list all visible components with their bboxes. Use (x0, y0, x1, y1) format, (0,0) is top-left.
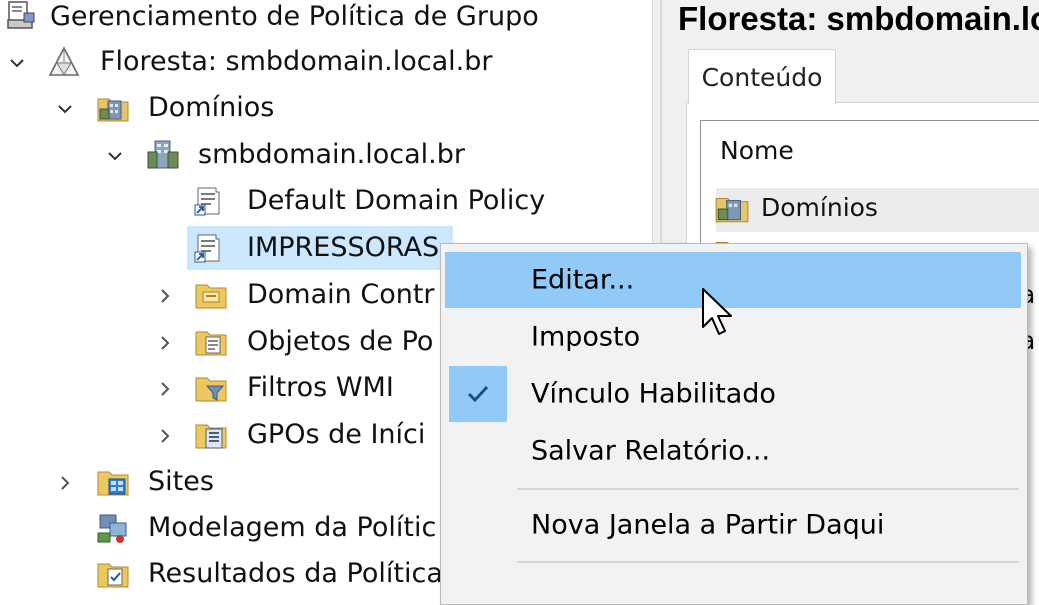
tree-item-starter-gpos-label[interactable]: GPOs de Iníci (247, 418, 425, 452)
menu-item-label: Salvar Relatório... (531, 435, 771, 467)
gpo-link-icon (192, 231, 226, 265)
domain-icon (146, 138, 180, 172)
domains-folder-icon (96, 91, 130, 125)
menu-item-label: Imposto (531, 321, 641, 353)
chevron-right-icon[interactable] (152, 423, 178, 449)
forest-icon (47, 45, 81, 79)
results-icon (96, 557, 130, 589)
tree-item-root-label[interactable]: Gerenciamento de Política de Grupo (50, 0, 539, 34)
checkmark-icon (449, 366, 507, 422)
menu-item-new-window[interactable]: Nova Janela a Partir Daqui (445, 497, 1021, 553)
menu-separator (517, 561, 1019, 563)
ou-folder-icon (194, 278, 228, 312)
menu-item-label: Nova Janela a Partir Daqui (531, 509, 885, 541)
tab-contents[interactable]: Conteúdo (688, 49, 836, 104)
tree-item-results-label[interactable]: Resultados da Política (148, 557, 443, 589)
menu-item-link-enabled[interactable]: Vínculo Habilitado (445, 366, 1021, 422)
menu-item-save-report[interactable]: Salvar Relatório... (445, 423, 1021, 479)
tree-item-domain-label[interactable]: smbdomain.local.br (198, 138, 465, 172)
tree-item-modeling-label[interactable]: Modelagem da Polític (148, 511, 436, 545)
list-item-label: Domínios (761, 193, 878, 222)
modeling-icon (96, 511, 130, 545)
gpm-console-icon (4, 0, 38, 32)
tree-item-gpo-link-label[interactable]: Default Domain Policy (247, 184, 545, 218)
column-header-name[interactable]: Nome (720, 136, 794, 165)
menu-item-label: Vínculo Habilitado (531, 378, 776, 410)
chevron-right-icon[interactable] (152, 376, 178, 402)
mouse-pointer-icon (700, 287, 738, 339)
chevron-down-icon[interactable] (102, 143, 128, 169)
tree-item-sites-label[interactable]: Sites (148, 465, 214, 499)
chevron-right-icon[interactable] (152, 330, 178, 356)
chevron-down-icon[interactable] (4, 50, 30, 76)
chevron-right-icon[interactable] (152, 283, 178, 309)
chevron-down-icon[interactable] (52, 96, 78, 122)
gpo-folder-icon (194, 325, 228, 359)
tree-item-domains-label[interactable]: Domínios (148, 91, 274, 125)
gpo-link-icon (192, 184, 226, 218)
menu-item-label: Editar... (531, 264, 635, 296)
sites-folder-icon (96, 465, 130, 499)
menu-separator (517, 488, 1019, 490)
chevron-right-icon[interactable] (52, 470, 78, 496)
tree-item-wmi-filters-label[interactable]: Filtros WMI (247, 371, 394, 405)
tree-item-gpo-objects-label[interactable]: Objetos de Po (247, 325, 433, 359)
tree-item-domain-controllers-label[interactable]: Domain Contr (247, 278, 435, 312)
details-title: Floresta: smbdomain.local.br (678, 0, 1039, 37)
tree-item-forest-label[interactable]: Floresta: smbdomain.local.br (100, 45, 493, 79)
starter-gpo-folder-icon (194, 418, 228, 452)
tree-item-gpo-link-selected-label[interactable]: IMPRESSORAS (247, 231, 439, 265)
wmi-filter-folder-icon (194, 371, 228, 405)
domains-folder-icon (714, 190, 750, 226)
